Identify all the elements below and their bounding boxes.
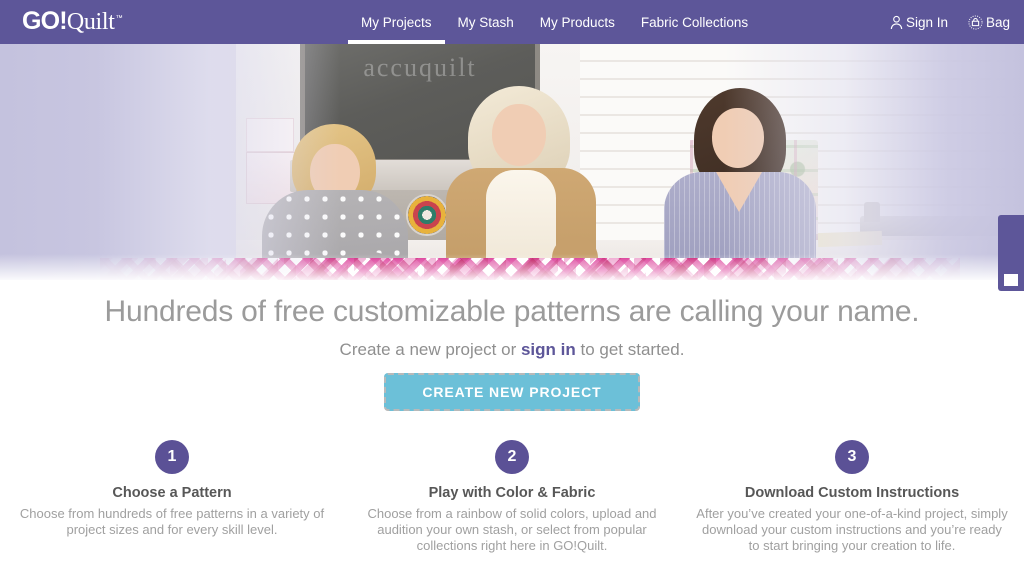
subheadline-text-after: to get started. <box>575 340 685 359</box>
nav-item-my-stash[interactable]: My Stash <box>445 0 527 44</box>
person-icon <box>890 15 903 29</box>
bag-button[interactable]: Bag <box>968 15 1010 30</box>
feedback-tab-icon <box>1004 274 1018 286</box>
step-body-1: Choose from hundreds of free patterns in… <box>19 506 325 537</box>
nav-item-my-products[interactable]: My Products <box>527 0 628 44</box>
steps-section: 1 Choose a Pattern Choose from hundreds … <box>0 440 1024 554</box>
nav-item-fabric-collections[interactable]: Fabric Collections <box>628 0 761 44</box>
nav-item-fabric-collections-label: Fabric Collections <box>640 14 749 30</box>
logo-trademark-icon: ™ <box>115 15 123 22</box>
step-item-1: 1 Choose a Pattern Choose from hundreds … <box>2 440 342 554</box>
page-headline: Hundreds of free customizable patterns a… <box>104 295 920 328</box>
step-item-3: 3 Download Custom Instructions After you… <box>682 440 1022 554</box>
nav-utility-group: Sign In Bag <box>890 0 1010 44</box>
subheadline-text-before: Create a new project or <box>339 340 521 359</box>
hero-bottom-fade <box>0 254 1024 280</box>
step-title-3: Download Custom Instructions <box>744 485 960 501</box>
person-center <box>440 86 602 280</box>
create-new-project-button[interactable]: CREATE NEW PROJECT <box>384 373 640 411</box>
logo-go-text: GO! <box>22 7 68 35</box>
hero-left-fade <box>0 44 340 280</box>
bag-label: Bag <box>985 14 1010 30</box>
step-number-badge-3: 3 <box>835 440 869 474</box>
step-title-1: Choose a Pattern <box>112 485 232 501</box>
main-content: Hundreds of free customizable patterns a… <box>0 280 1024 580</box>
step-number-badge-1: 1 <box>155 440 189 474</box>
hero-right-fade <box>724 44 1024 280</box>
step-title-2: Play with Color & Fabric <box>428 485 596 501</box>
feedback-tab[interactable] <box>998 215 1024 291</box>
site-logo[interactable]: GO! Quilt ™ <box>22 7 123 35</box>
primary-nav: My Projects My Stash My Products Fabric … <box>348 0 761 44</box>
top-navigation-bar: GO! Quilt ™ My Projects My Stash My Produc… <box>0 0 1024 44</box>
nav-item-my-projects-label: My Projects <box>361 14 432 30</box>
nav-item-my-stash-label: My Stash <box>457 14 514 30</box>
hero-banner: accuquilt <box>0 44 1024 280</box>
nav-item-my-projects[interactable]: My Projects <box>348 0 445 44</box>
sign-in-button[interactable]: Sign In <box>890 15 948 30</box>
nav-item-my-products-label: My Products <box>539 14 615 30</box>
step-body-3: After you’ve created your one-of-a-kind … <box>696 506 1008 553</box>
sign-in-label: Sign In <box>905 14 948 30</box>
person-center-face <box>492 104 546 166</box>
step-item-2: 2 Play with Color & Fabric Choose from a… <box>342 440 682 554</box>
step-body-2: Choose from a rainbow of solid colors, u… <box>367 506 657 553</box>
step-number-badge-2: 2 <box>495 440 529 474</box>
page-subheadline: Create a new project or sign in to get s… <box>0 340 1024 360</box>
bag-icon <box>968 14 983 30</box>
cta-container: CREATE NEW PROJECT <box>0 373 1024 411</box>
logo-quilt-text: Quilt <box>66 9 115 35</box>
hero-photo: accuquilt <box>0 44 1024 280</box>
sign-in-link[interactable]: sign in <box>521 340 576 359</box>
